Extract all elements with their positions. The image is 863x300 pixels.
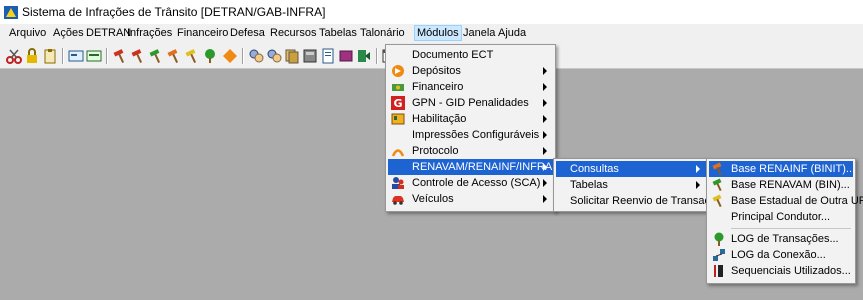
menu-item-financeiro[interactable]: Financeiro (388, 79, 553, 95)
search-people-icon[interactable] (248, 48, 264, 64)
license-icon (391, 113, 405, 125)
menu-talonario[interactable]: Talonário (358, 27, 407, 39)
window-title: Sistema de Infrações de Trânsito [DETRAN… (22, 5, 326, 19)
cards-icon[interactable] (284, 48, 300, 64)
submenu-arrow-icon (543, 115, 547, 123)
menu-item-impressoes[interactable]: Impressões Configuráveis (388, 127, 553, 143)
menu-item-veiculos[interactable]: Veículos (388, 191, 553, 207)
hammer-green-icon (712, 178, 722, 192)
protocol-icon (391, 149, 405, 157)
menu-item-base-estadual[interactable]: Base Estadual de Outra UF... (709, 193, 863, 209)
clipboard-icon[interactable] (42, 48, 58, 64)
renavam-submenu: Consultas Tabelas Solicitar Reenvio de T… (553, 158, 722, 212)
hammer-red-icon[interactable] (112, 48, 128, 64)
menu-bar: Arquivo Ações DETRAN Infrações Financeir… (0, 24, 863, 44)
menu-acoes[interactable]: Ações (51, 27, 86, 39)
g-red-icon: G (391, 96, 405, 110)
orange-arrow-icon (392, 65, 404, 77)
menu-modulos[interactable]: Módulos (414, 25, 462, 41)
submenu-arrow-icon (543, 195, 547, 203)
document-icon[interactable] (320, 48, 336, 64)
submenu-arrow-icon (543, 67, 547, 75)
diamond-icon[interactable] (222, 48, 238, 64)
sequence-icon (714, 265, 723, 277)
menu-item-log-conexao[interactable]: LOG da Conexão... (709, 247, 853, 263)
hammer-orange-icon[interactable] (166, 48, 182, 64)
menu-item-base-renainf[interactable]: Base RENAINF (BINIT)... (709, 161, 855, 177)
app-icon (4, 6, 18, 19)
menu-item-principal-condutor[interactable]: Principal Condutor... (709, 209, 853, 225)
menu-tabelas[interactable]: Tabelas (317, 27, 359, 39)
svg-text:G: G (393, 97, 402, 110)
menu-item-solicitar-reenvio[interactable]: Solicitar Reenvio de Transação (556, 193, 722, 209)
users-icon (392, 177, 404, 189)
toolbar-separator (376, 48, 378, 64)
car-icon (392, 196, 404, 205)
hammer-green-icon[interactable] (148, 48, 164, 64)
submenu-arrow-icon (696, 181, 700, 189)
archive-icon[interactable] (302, 48, 318, 64)
submenu-arrow-icon (543, 83, 547, 91)
menu-item-log-transacoes[interactable]: LOG de Transações... (709, 231, 853, 247)
menu-item-depositos[interactable]: Depósitos (388, 63, 553, 79)
menu-separator (731, 228, 851, 229)
menu-item-renavam[interactable]: RENAVAM/RENAINF/INFRAEST (388, 159, 574, 175)
submenu-arrow-icon (543, 179, 547, 187)
menu-infracoes[interactable]: Infrações (125, 27, 174, 39)
submenu-arrow-icon (543, 99, 547, 107)
menu-item-base-renavam[interactable]: Base RENAVAM (BIN)... (709, 177, 853, 193)
submenu-arrow-icon (696, 165, 700, 173)
menu-item-documento-ect[interactable]: Documento ECT (388, 47, 553, 63)
tree-icon[interactable] (202, 48, 218, 64)
cut-icon[interactable] (6, 48, 22, 64)
menu-financeiro[interactable]: Financeiro (175, 27, 230, 39)
submenu-arrow-icon (543, 147, 547, 155)
toolbar-separator (62, 48, 64, 64)
menu-janela[interactable]: Janela (461, 27, 497, 39)
hammer-yellow-icon (712, 194, 722, 208)
menu-recursos[interactable]: Recursos (268, 27, 318, 39)
menu-arquivo[interactable]: Arquivo (7, 27, 48, 39)
money-icon (392, 84, 404, 91)
hammer-orange-icon (712, 162, 722, 176)
submenu-arrow-icon (543, 131, 547, 139)
consultas-submenu: Base RENAINF (BINIT)... Base RENAVAM (BI… (706, 158, 863, 284)
menu-item-controle-acesso[interactable]: Controle de Acesso (SCA) (388, 175, 553, 191)
submenu-arrow-icon (543, 163, 547, 171)
title-bar: Sistema de Infrações de Trânsito [DETRAN… (0, 0, 863, 24)
menu-defesa[interactable]: Defesa (228, 27, 267, 39)
menu-item-tabelas[interactable]: Tabelas (556, 177, 706, 193)
menu-ajuda[interactable]: Ajuda (496, 27, 528, 39)
menu-item-protocolo[interactable]: Protocolo (388, 143, 553, 159)
form-icon[interactable] (68, 48, 84, 64)
modulos-menu: Documento ECT Depósitos Financeiro G GPN… (385, 44, 574, 212)
hammer-red-icon[interactable] (130, 48, 146, 64)
menu-item-sequenciais[interactable]: Sequenciais Utilizados... (709, 263, 853, 279)
tree-icon (714, 232, 724, 246)
menu-item-habilitacao[interactable]: Habilitação (388, 111, 553, 127)
hammer-yellow-icon[interactable] (184, 48, 200, 64)
search-people-icon[interactable] (266, 48, 282, 64)
menu-item-gpn[interactable]: G GPN - GID Penalidades (388, 95, 553, 111)
lock-icon[interactable] (24, 48, 40, 64)
exit-icon[interactable] (356, 48, 372, 64)
screen-icon[interactable] (86, 48, 102, 64)
book-icon[interactable] (338, 48, 354, 64)
toolbar-separator (242, 48, 244, 64)
network-icon (713, 249, 725, 261)
toolbar-separator (106, 48, 108, 64)
menu-item-consultas[interactable]: Consultas (556, 161, 706, 177)
